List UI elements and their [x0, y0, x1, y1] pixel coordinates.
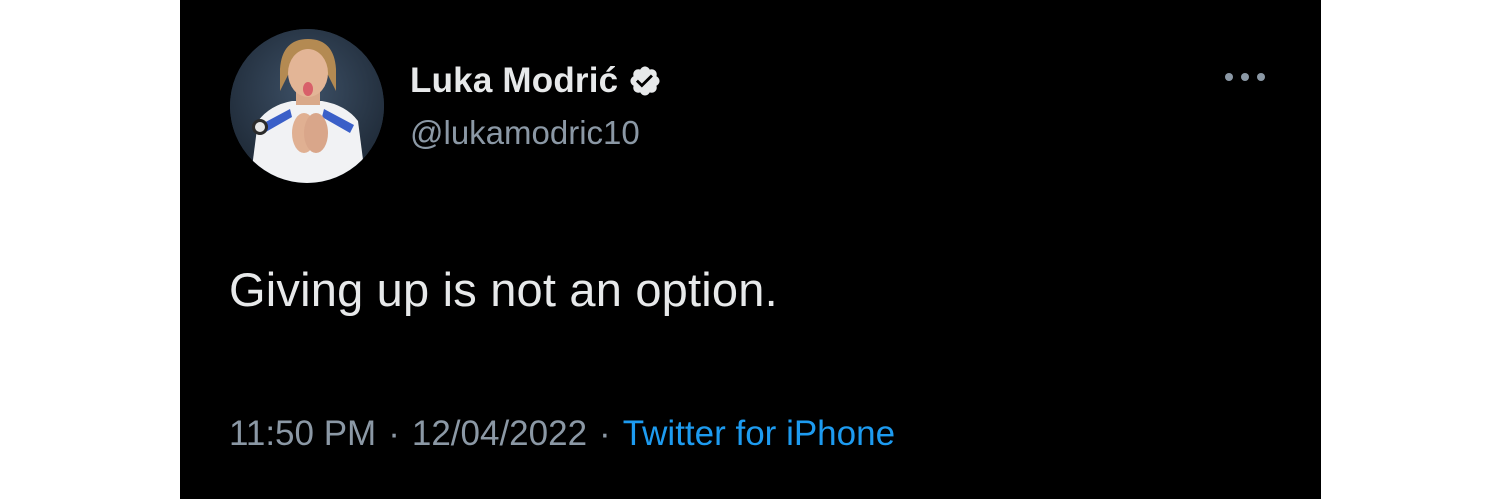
author-name-row: Luka Modrić: [410, 58, 662, 104]
tweet-date[interactable]: 12/04/2022: [412, 414, 587, 454]
verified-badge-icon: [628, 64, 662, 98]
separator-dot: ·: [599, 414, 611, 453]
author-handle[interactable]: @lukamodric10: [410, 114, 640, 152]
more-horizontal-icon: [1225, 73, 1265, 81]
tweet-source-link[interactable]: Twitter for iPhone: [623, 414, 895, 454]
more-options-button[interactable]: [1215, 62, 1275, 92]
tweet-card: Luka Modrić @lukamodric10 Giving up is n…: [180, 0, 1321, 499]
separator-dot: ·: [388, 414, 400, 453]
tweet-metadata: 11:50 PM · 12/04/2022 · Twitter for iPho…: [229, 414, 895, 454]
author-display-name[interactable]: Luka Modrić: [410, 61, 618, 101]
author-avatar[interactable]: [230, 29, 384, 183]
tweet-text: Giving up is not an option.: [229, 263, 778, 316]
tweet-time[interactable]: 11:50 PM: [229, 414, 376, 454]
avatar-image: [230, 29, 384, 183]
